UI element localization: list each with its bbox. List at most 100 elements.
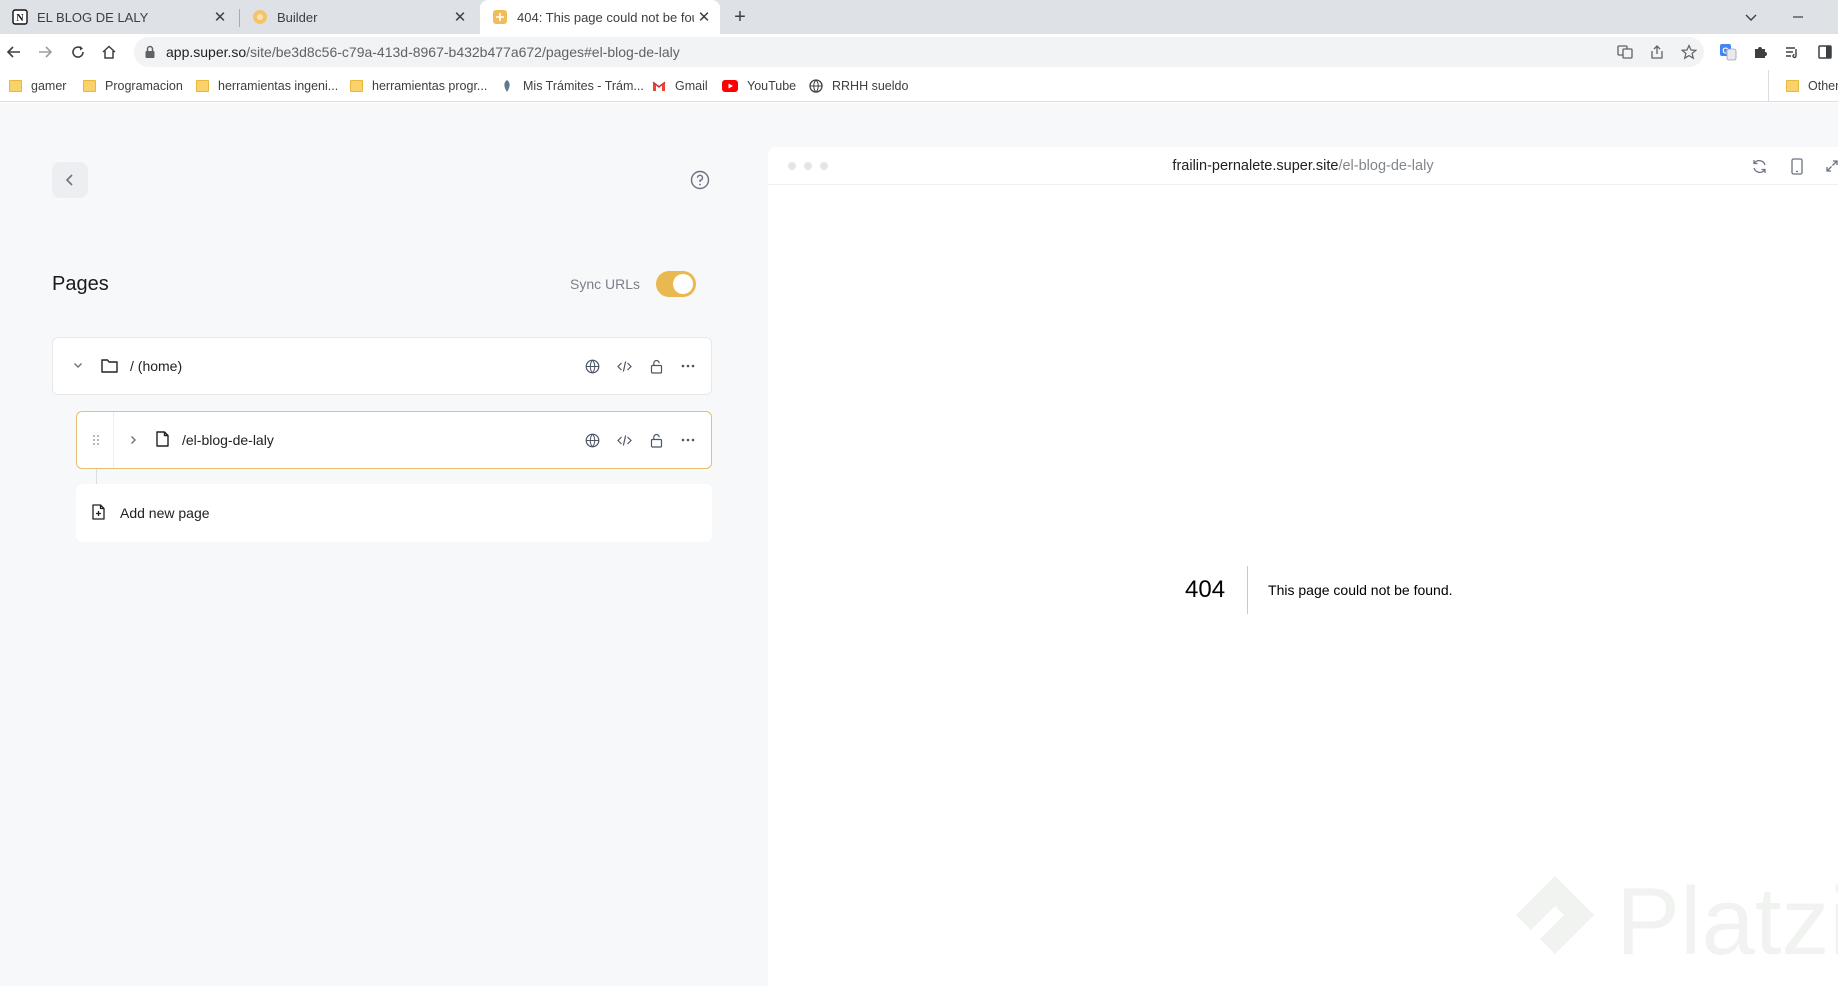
lock-icon[interactable] <box>144 45 156 59</box>
url-text: app.super.so/site/be3d8c56-c79a-413d-896… <box>166 44 680 60</box>
bookmark-mis-tramites[interactable]: Mis Trámites - Trám... <box>500 77 644 95</box>
folder-icon <box>1785 79 1799 93</box>
error-message: This page could not be found. <box>1268 582 1453 598</box>
refresh-icon[interactable] <box>1749 156 1769 176</box>
extensions-puzzle-icon[interactable] <box>1748 40 1772 64</box>
row-actions <box>576 412 704 468</box>
bookmark-herramientas-programacion[interactable]: herramientas progr... <box>349 77 487 95</box>
preview-path: /el-blog-de-laly <box>1338 158 1434 174</box>
tab-title: Builder <box>277 9 318 25</box>
drag-handle-icon[interactable] <box>92 434 100 446</box>
add-page-icon <box>92 504 105 520</box>
bookmark-gmail[interactable]: Gmail <box>652 77 708 95</box>
folder-icon <box>8 79 22 93</box>
more-options-icon[interactable] <box>672 428 704 452</box>
page-row-home[interactable]: / (home) <box>52 337 712 395</box>
bookmark-label: gamer <box>31 79 67 93</box>
close-icon[interactable]: ✕ <box>694 7 714 27</box>
bookmark-gamer[interactable]: gamer <box>8 77 66 95</box>
mobile-device-icon[interactable] <box>1787 156 1807 176</box>
back-arrow-icon[interactable] <box>2 40 26 64</box>
folder-icon <box>195 79 209 93</box>
more-options-icon[interactable] <box>672 354 704 378</box>
folder-icon <box>349 79 363 93</box>
folder-icon <box>101 358 118 373</box>
side-panel-icon[interactable] <box>1813 40 1837 64</box>
reload-icon[interactable] <box>66 40 90 64</box>
bookmark-label: Gmail <box>675 79 708 93</box>
bookmark-label: herramientas ingeni... <box>218 79 339 93</box>
svg-text:N: N <box>16 13 24 24</box>
tab-404-page[interactable]: 404: This page could not be foun ✕ <box>480 0 720 34</box>
argentina-icon <box>500 79 514 93</box>
bookmark-other[interactable]: Other <box>1785 77 1838 95</box>
super-icon <box>492 9 508 25</box>
back-button[interactable] <box>52 162 88 198</box>
reading-list-icon[interactable] <box>1780 40 1804 64</box>
bookmarks-divider <box>1768 70 1769 102</box>
code-icon[interactable] <box>608 428 640 452</box>
youtube-icon <box>722 79 738 93</box>
chevron-right-icon[interactable] <box>127 434 139 446</box>
bookmark-label: RRHH sueldo <box>832 79 909 93</box>
code-icon[interactable] <box>608 354 640 378</box>
page-row-label: / (home) <box>130 358 183 374</box>
bookmark-label: Programacion <box>105 79 183 93</box>
close-icon[interactable]: ✕ <box>210 7 230 27</box>
sync-urls-toggle[interactable] <box>656 271 696 297</box>
lock-icon[interactable] <box>640 354 672 378</box>
home-icon[interactable] <box>97 40 121 64</box>
preview-url[interactable]: frailin-pernalete.super.site/el-blog-de-… <box>768 158 1838 174</box>
row-actions <box>576 338 704 394</box>
bookmark-herramientas-ingenieria[interactable]: herramientas ingeni... <box>195 77 338 95</box>
site-preview: frailin-pernalete.super.site/el-blog-de-… <box>768 147 1838 986</box>
share-icon[interactable] <box>1647 42 1667 62</box>
error-code: 404 <box>1185 566 1249 614</box>
tab-strip: N EL BLOG DE LALY ✕ Builder ✕ 404: This … <box>0 0 1838 34</box>
pages-panel: Pages Sync URLs / (home) /el-blog-de-lal… <box>0 103 760 986</box>
not-found-message: 404 This page could not be found. <box>1185 566 1453 614</box>
expand-icon[interactable] <box>1822 156 1838 176</box>
tab-title: EL BLOG DE LALY <box>37 9 149 25</box>
page-row-el-blog-de-laly[interactable]: /el-blog-de-laly <box>76 411 712 469</box>
pages-title: Pages <box>52 273 109 295</box>
bookmark-youtube[interactable]: YouTube <box>722 77 796 95</box>
tab-el-blog-de-laly[interactable]: N EL BLOG DE LALY ✕ <box>0 0 236 34</box>
page-icon <box>156 431 169 447</box>
bookmark-label: Mis Trámites - Trám... <box>523 79 644 93</box>
chevron-down-icon[interactable] <box>72 359 84 371</box>
address-bar[interactable]: app.super.so/site/be3d8c56-c79a-413d-896… <box>134 37 1704 67</box>
new-tab-button[interactable]: + <box>728 5 752 29</box>
minimize-icon[interactable] <box>1786 5 1810 29</box>
bookmark-rrhh-sueldo[interactable]: RRHH sueldo <box>809 77 908 95</box>
google-translate-extension-icon[interactable]: G <box>1716 40 1740 64</box>
url-host: app.super.so <box>166 44 247 60</box>
chevron-left-icon <box>63 173 77 187</box>
bookmark-programacion[interactable]: Programacion <box>82 77 183 95</box>
row-divider <box>113 412 114 468</box>
help-icon[interactable] <box>689 169 711 191</box>
url-path: /site/be3d8c56-c79a-413d-8967-b432b477a6… <box>246 44 680 60</box>
bookmark-label: YouTube <box>747 79 797 93</box>
lock-icon[interactable] <box>640 428 672 452</box>
globe-icon[interactable] <box>576 354 608 378</box>
platzi-logo-icon <box>1516 876 1594 954</box>
preview-domain: frailin-pernalete.super.site <box>1172 158 1339 174</box>
add-new-page-button[interactable]: Add new page <box>76 484 712 542</box>
translate-icon[interactable] <box>1615 42 1635 62</box>
tab-title: 404: This page could not be foun <box>517 9 694 25</box>
browser-toolbar: app.super.so/site/be3d8c56-c79a-413d-896… <box>0 34 1838 70</box>
gmail-icon <box>652 79 666 93</box>
tab-search-icon[interactable] <box>1739 5 1763 29</box>
preview-toolbar: frailin-pernalete.super.site/el-blog-de-… <box>768 147 1838 185</box>
globe-icon[interactable] <box>576 428 608 452</box>
add-new-page-label: Add new page <box>120 505 210 521</box>
page-row-label: /el-blog-de-laly <box>182 432 274 448</box>
globe-icon <box>809 79 823 93</box>
notion-icon: N <box>12 9 28 25</box>
forward-arrow-icon[interactable] <box>33 40 57 64</box>
tab-builder[interactable]: Builder ✕ <box>240 0 476 34</box>
folder-icon <box>82 79 96 93</box>
close-icon[interactable]: ✕ <box>450 7 470 27</box>
star-icon[interactable] <box>1679 42 1699 62</box>
